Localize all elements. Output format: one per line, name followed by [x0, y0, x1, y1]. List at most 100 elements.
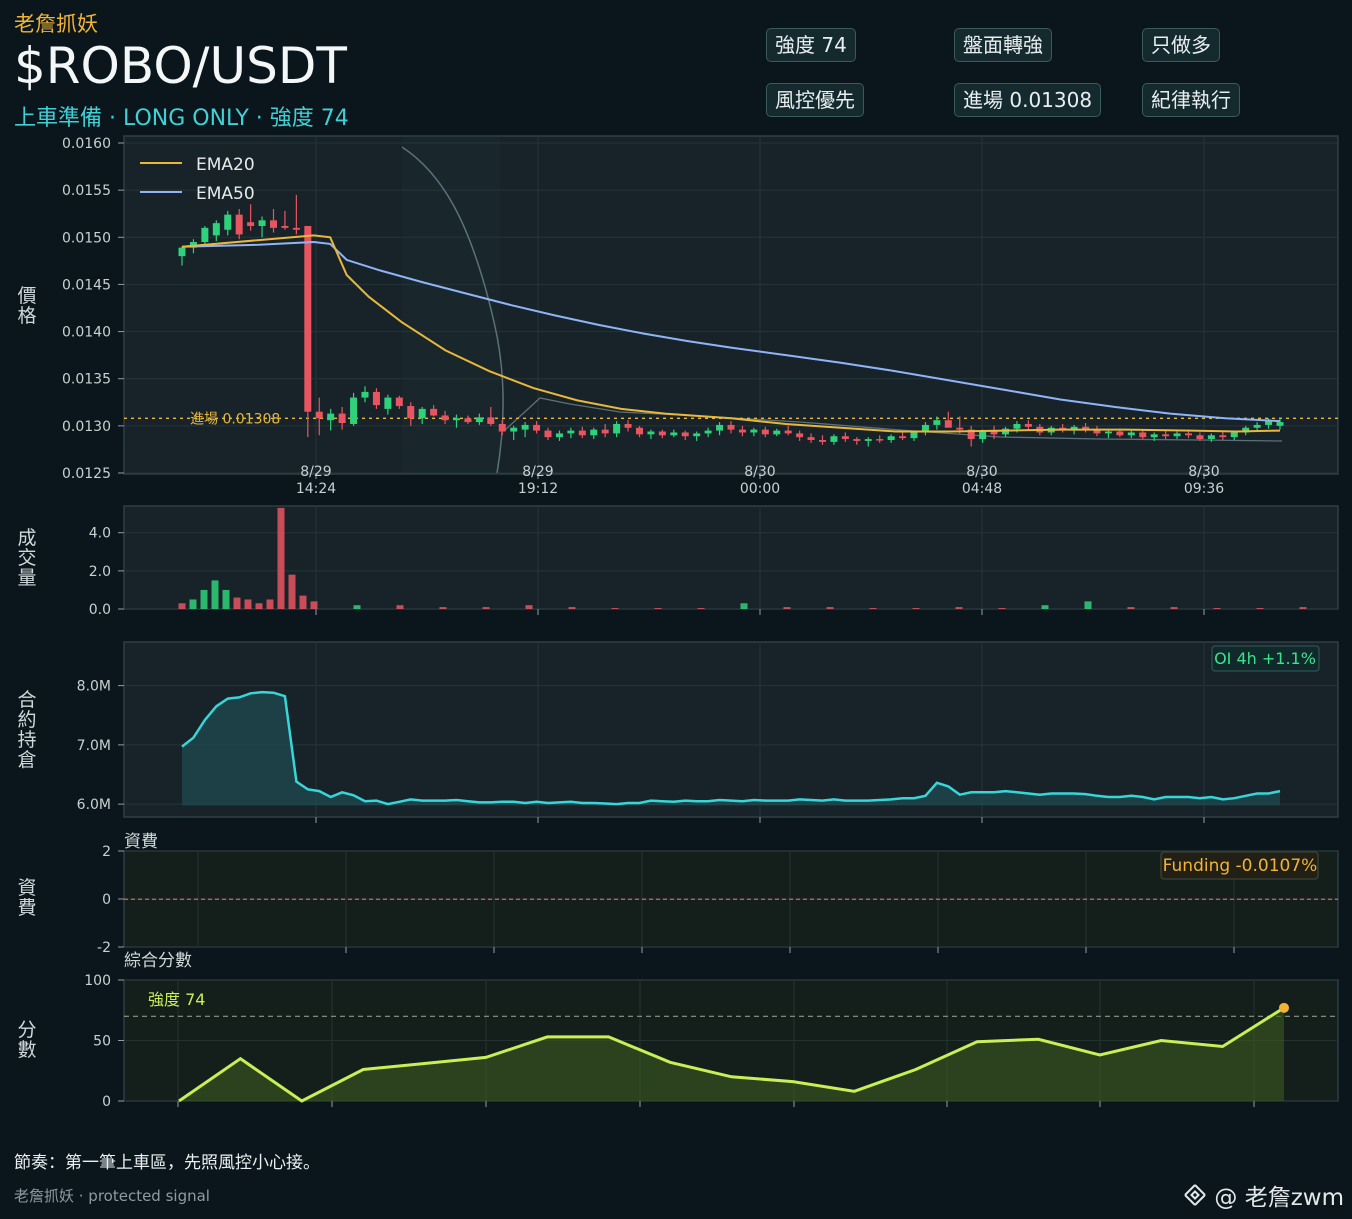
- volume-bar: [178, 603, 186, 609]
- volume-panel: 0.0 2.0 4.0: [89, 505, 1339, 618]
- candle-body: [475, 417, 483, 423]
- volume-bar: [266, 599, 274, 609]
- volume-bar: [299, 595, 307, 609]
- candle-body: [1173, 433, 1181, 437]
- candle-body: [555, 433, 563, 438]
- score-threshold-label: 強度 74: [148, 990, 205, 1009]
- binance-logo-icon: [1184, 1184, 1207, 1206]
- volume-bar: [310, 601, 318, 609]
- volume-bar: [697, 608, 705, 609]
- candle-body: [1104, 431, 1112, 434]
- legend-ema50: EMA50: [196, 184, 255, 204]
- candle-body: [990, 431, 998, 435]
- volume-bar: [396, 605, 404, 609]
- candle-body: [338, 413, 346, 424]
- volume-bar: [869, 608, 877, 609]
- candle-body: [453, 418, 460, 421]
- candle-body: [384, 397, 392, 409]
- candle-body: [647, 431, 655, 435]
- candle-body: [910, 432, 918, 439]
- volume-bar: [200, 589, 208, 609]
- funding-panel: 資費 -2 0 2 Funding -0.0107%: [97, 832, 1339, 956]
- entry-label: 進場 0.01308: [190, 411, 280, 427]
- candle-body: [1116, 431, 1124, 436]
- oi-change-badge: OI 4h +1.1%: [1214, 649, 1316, 668]
- candle-body: [315, 411, 323, 419]
- x-tick-time: 04:48: [962, 481, 1002, 497]
- score-latest-point: [1279, 1002, 1289, 1013]
- candle-body: [624, 423, 632, 428]
- volume-bar: [277, 507, 285, 609]
- x-tick-time: 09:36: [1184, 481, 1224, 497]
- candle-body: [1276, 422, 1284, 426]
- volume-bar: [826, 607, 834, 609]
- y-tick-label: 100: [84, 973, 111, 989]
- candle-body: [590, 429, 598, 436]
- candle-body: [361, 391, 369, 398]
- volume-bar: [783, 607, 791, 609]
- candle-body: [1139, 432, 1147, 438]
- candle-body: [1230, 432, 1238, 438]
- candle-body: [864, 439, 872, 441]
- candle-body: [544, 430, 552, 438]
- score-panel: 綜合分數 強度 74 0 50 100: [84, 951, 1339, 1110]
- candle-body: [899, 436, 907, 439]
- x-tick-date: 8/29: [522, 464, 553, 480]
- x-tick-date: 8/30: [744, 464, 775, 480]
- volume-bar: [912, 608, 920, 609]
- candle-body: [761, 429, 769, 435]
- y-tick-label: 0.0: [89, 602, 111, 618]
- candle-body: [178, 247, 186, 257]
- candle-body: [487, 417, 495, 424]
- volume-bar: [611, 608, 619, 609]
- candle-body: [853, 439, 861, 441]
- volume-bar: [740, 603, 748, 609]
- volume-bar: [353, 605, 361, 609]
- candle-body: [498, 423, 506, 432]
- candle-body: [876, 439, 884, 441]
- volume-bar: [525, 605, 533, 609]
- candle-body: [658, 431, 666, 436]
- volume-bar: [1084, 601, 1092, 609]
- volume-bar: [288, 574, 296, 609]
- candle-body: [224, 214, 232, 230]
- y-tick-label: 0.0150: [62, 230, 111, 246]
- candle-body: [819, 440, 826, 442]
- volume-bar: [244, 599, 252, 609]
- candle-body: [258, 220, 266, 226]
- y-tick-label: 0.0130: [62, 419, 111, 435]
- candle-body: [887, 436, 895, 440]
- candle-body: [1185, 433, 1192, 436]
- volume-bar: [654, 608, 662, 609]
- y-tick-label: 0: [102, 892, 111, 908]
- oi-panel: 6.0M 7.0M 8.0M OI 4h +1.1%: [77, 641, 1339, 823]
- candle-body: [304, 225, 312, 412]
- y-tick-label: 4.0: [89, 526, 111, 542]
- candle-body: [441, 415, 449, 421]
- candle-body: [567, 430, 575, 434]
- x-tick-date: 8/29: [300, 464, 331, 480]
- candle-body: [636, 427, 643, 435]
- candle-body: [613, 423, 621, 434]
- candle-body: [933, 420, 941, 425]
- candle-body: [750, 429, 758, 433]
- y-tick-label: 7.0M: [77, 738, 111, 754]
- score-title: 綜合分數: [124, 951, 192, 971]
- y-tick-label: 0.0140: [62, 325, 111, 341]
- y-tick-label: 0.0145: [62, 277, 111, 293]
- candle-body: [1127, 432, 1135, 436]
- y-tick-label: 0.0160: [62, 136, 111, 152]
- candle-body: [578, 430, 586, 436]
- legend-ema20: EMA20: [196, 155, 255, 175]
- candle-body: [407, 406, 415, 419]
- candle-body: [270, 220, 277, 228]
- candle-body: [807, 437, 815, 440]
- x-tick-date: 8/30: [1188, 464, 1219, 480]
- volume-bar: [482, 607, 490, 609]
- x-tick-time: 19:12: [518, 481, 558, 497]
- y-tick-label: 0.0155: [62, 183, 111, 199]
- volume-bar: [1170, 607, 1178, 609]
- candle-body: [533, 424, 541, 431]
- candle-body: [1207, 435, 1215, 440]
- chart-area: 進場 0.01308 0.01250.01300.01350.01400.014…: [62, 135, 1339, 1110]
